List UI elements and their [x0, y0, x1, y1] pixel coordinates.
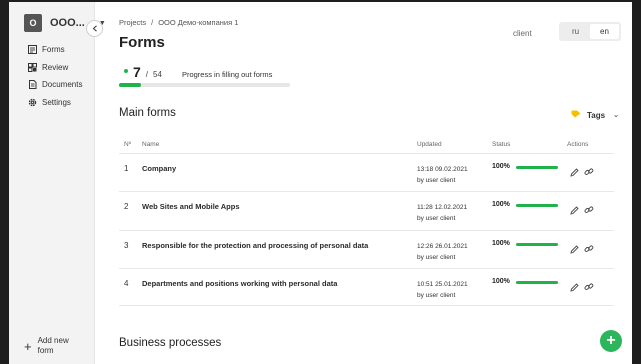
sidebar-item-documents[interactable]: Documents	[27, 76, 82, 94]
sidebar-item-label: Review	[42, 62, 69, 72]
row-status-bar	[516, 166, 558, 169]
breadcrumb-projects-link[interactable]: Projects	[119, 18, 146, 27]
col-actions: Actions	[567, 141, 589, 148]
main-content: Projects / ООО Демо-компания 1 Forms 7 /…	[119, 2, 632, 364]
language-option-en[interactable]: en	[590, 24, 619, 39]
row-status-percent: 100%	[492, 240, 510, 247]
row-status-percent: 100%	[492, 163, 510, 170]
col-status[interactable]: Status	[492, 141, 510, 148]
row-number: 1	[124, 164, 129, 173]
row-updated: 10:51 25.01.2021 by user client	[417, 281, 468, 299]
row-form-name[interactable]: Responsible for the protection and proce…	[142, 241, 368, 250]
progress-slash: /	[145, 70, 149, 79]
tags-label: Tags	[587, 110, 606, 120]
sidebar-nav: Forms Review Documents Settings	[27, 41, 82, 111]
row-status-percent: 100%	[492, 278, 510, 285]
breadcrumb-current: ООО Демо-компания 1	[158, 18, 239, 27]
tags-filter-button[interactable]: Tags ⌄	[571, 110, 619, 120]
col-name[interactable]: Name	[142, 141, 159, 148]
add-new-form-button[interactable]: + Add new form	[24, 336, 78, 356]
row-form-name[interactable]: Web Sites and Mobile Apps	[142, 202, 240, 211]
org-name: OOO...	[50, 17, 85, 29]
row-form-name[interactable]: Company	[142, 164, 176, 173]
edit-pencil-icon[interactable]	[570, 241, 579, 259]
plus-icon: +	[606, 332, 616, 349]
progress-summary: 7 / 54 Progress in filling out forms	[124, 64, 272, 80]
table-header: Nº Name Updated Status Actions	[119, 141, 614, 153]
row-number: 2	[124, 202, 129, 211]
collapse-sidebar-button[interactable]	[86, 20, 103, 37]
link-icon[interactable]	[584, 279, 594, 297]
row-status-bar	[516, 243, 558, 246]
add-new-form-label: Add new form	[37, 336, 69, 355]
breadcrumb: Projects / ООО Демо-компания 1	[119, 18, 238, 27]
plus-icon: +	[24, 338, 32, 354]
language-switcher: ru en	[559, 22, 621, 41]
link-icon[interactable]	[584, 164, 594, 182]
col-updated[interactable]: Updated	[417, 141, 442, 148]
forms-icon	[27, 45, 37, 55]
edit-pencil-icon[interactable]	[570, 279, 579, 297]
sidebar-item-label: Settings	[42, 97, 71, 107]
org-avatar: O	[24, 14, 42, 32]
sidebar-item-review[interactable]: Review	[27, 59, 82, 77]
row-updated: 11:28 12.02.2021 by user client	[417, 204, 468, 222]
table-row[interactable]: 1 Company 13:18 09.02.2021 by user client…	[119, 153, 614, 191]
row-number: 3	[124, 241, 129, 250]
progress-bar-fill	[119, 83, 142, 87]
edit-pencil-icon[interactable]	[570, 202, 579, 220]
row-form-name[interactable]: Departments and positions working with p…	[142, 279, 337, 288]
progress-label: Progress in filling out forms	[181, 70, 273, 79]
sidebar-item-label: Documents	[42, 80, 83, 90]
table-row[interactable]: 2 Web Sites and Mobile Apps 11:28 12.02.…	[119, 191, 614, 229]
row-number: 4	[124, 279, 129, 288]
progress-done-count: 7	[133, 64, 141, 80]
documents-icon	[27, 80, 37, 90]
add-button[interactable]: +	[600, 330, 622, 352]
row-status-bar	[516, 204, 558, 207]
gear-icon	[27, 97, 37, 107]
link-icon[interactable]	[584, 202, 594, 220]
row-status-percent: 100%	[492, 201, 510, 208]
chevron-left-icon	[92, 25, 97, 32]
review-icon	[27, 62, 37, 72]
progress-bar	[119, 83, 290, 87]
status-dot-icon	[124, 69, 128, 73]
language-option-ru[interactable]: ru	[561, 24, 590, 39]
progress-total-count: 54	[153, 70, 162, 79]
tag-icon	[571, 110, 581, 120]
business-processes-title: Business processes	[119, 337, 222, 349]
row-updated: 12:26 26.01.2021 by user client	[417, 243, 468, 261]
sidebar-item-forms[interactable]: Forms	[27, 41, 82, 59]
main-forms-title: Main forms	[119, 107, 176, 119]
sidebar: O OOO... ▼ Forms Review Documents Settin…	[9, 2, 106, 364]
row-status-bar	[516, 281, 558, 284]
sidebar-item-settings[interactable]: Settings	[27, 94, 82, 112]
sidebar-item-label: Forms	[42, 45, 65, 55]
link-icon[interactable]	[584, 241, 594, 259]
app-window: O OOO... ▼ Forms Review Documents Settin…	[9, 2, 632, 364]
col-num: Nº	[124, 141, 132, 148]
row-updated: 13:18 09.02.2021 by user client	[417, 166, 468, 184]
edit-pencil-icon[interactable]	[570, 164, 579, 182]
chevron-down-icon: ⌄	[613, 112, 619, 119]
user-role: client	[513, 29, 532, 38]
breadcrumb-separator: /	[151, 18, 154, 27]
page-title: Forms	[119, 34, 165, 51]
table-row[interactable]: 4 Departments and positions working with…	[119, 268, 614, 306]
table-row[interactable]: 3 Responsible for the protection and pro…	[119, 230, 614, 268]
